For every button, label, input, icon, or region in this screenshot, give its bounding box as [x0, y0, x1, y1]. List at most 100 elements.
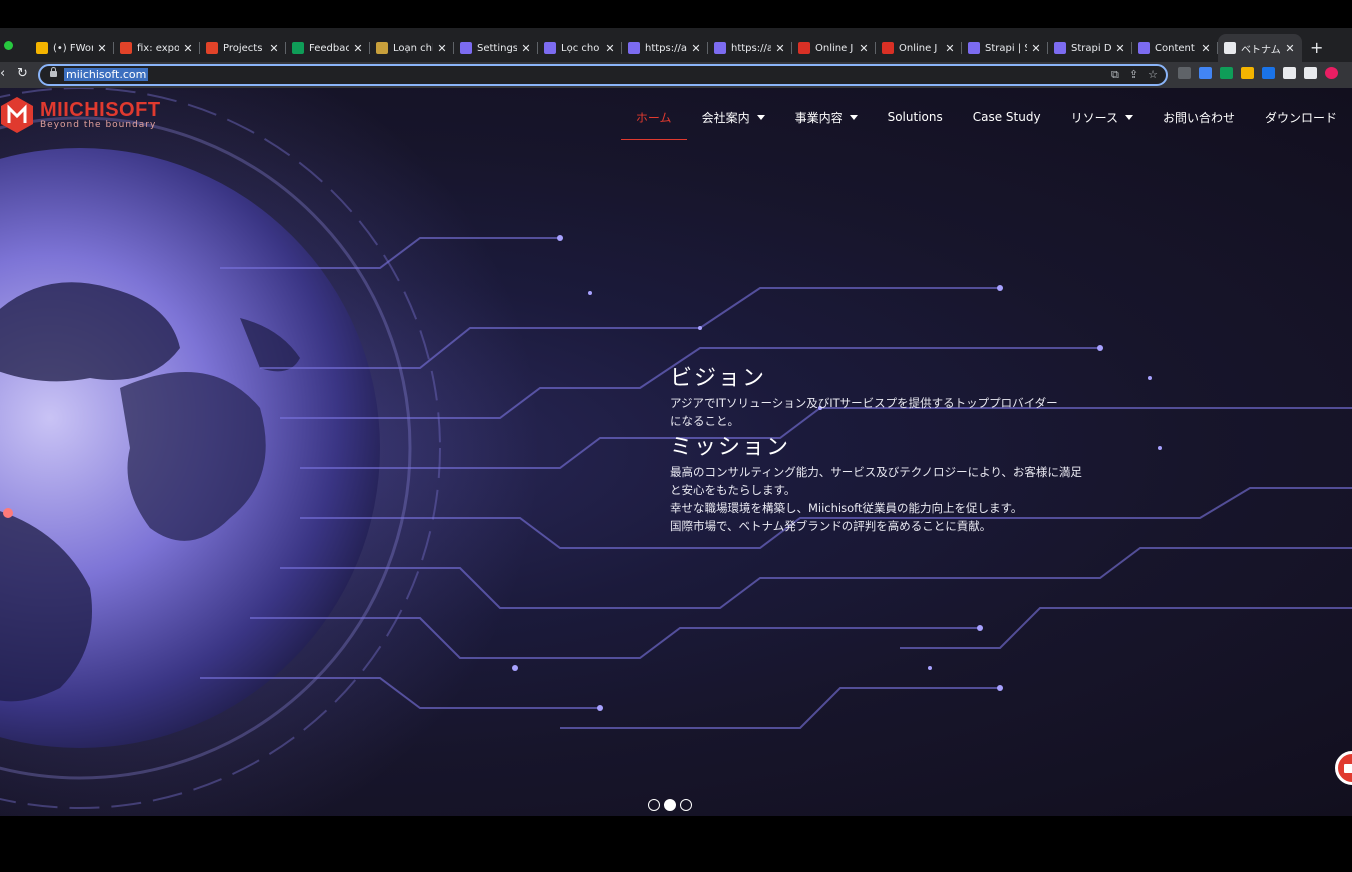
- carousel-dot[interactable]: [664, 799, 676, 811]
- vision-heading: ビジョン: [670, 366, 767, 391]
- nav-item-label: Solutions: [887, 110, 943, 124]
- tab-close-icon[interactable]: ✕: [858, 42, 870, 55]
- tab-close-icon[interactable]: ✕: [182, 42, 194, 55]
- hero-section: MIICHISOFT Beyond the boundary ホーム 会社案内 事業…: [0, 88, 1352, 816]
- tab-title: (•) FWor: [53, 42, 93, 54]
- lock-icon[interactable]: [50, 67, 57, 78]
- tab-title: Projects: [223, 42, 263, 54]
- nav-item-label: ダウンロード: [1264, 110, 1337, 125]
- tab-title: Content: [1155, 42, 1195, 54]
- browser-tab[interactable]: (•) FWor ✕: [30, 34, 114, 62]
- extension-icon[interactable]: [1199, 67, 1212, 79]
- url-text[interactable]: miichisoft.com: [64, 68, 149, 81]
- share-icon[interactable]: ⇪: [1129, 68, 1138, 82]
- hero-content: ビジョン アジアでITソリューション及びITサービスプを提供するトッププロバイダ…: [670, 364, 1090, 535]
- tab-close-icon[interactable]: ✕: [944, 42, 956, 55]
- extensions-bar: [1178, 67, 1338, 79]
- tab-title: Lọc cho: [561, 42, 600, 54]
- tab-title: Online J: [815, 42, 854, 54]
- tab-close-icon[interactable]: ✕: [690, 42, 702, 55]
- browser-tab[interactable]: Loạn chi ✕: [370, 34, 454, 62]
- tab-title: Feedbac: [309, 42, 349, 54]
- tab-close-icon[interactable]: ✕: [352, 42, 364, 55]
- carousel-dot[interactable]: [648, 799, 660, 811]
- bookmark-star-icon[interactable]: ☆: [1148, 68, 1158, 82]
- browser-tab[interactable]: Online J ✕: [792, 34, 876, 62]
- translate-icon[interactable]: ⧉: [1111, 68, 1119, 82]
- site-logo[interactable]: MIICHISOFT Beyond the boundary: [0, 95, 161, 135]
- nav-item-label: リソース: [1070, 110, 1118, 125]
- tab-close-icon[interactable]: ✕: [1030, 42, 1042, 55]
- back-icon[interactable]: ‹: [0, 66, 5, 81]
- nav-item-label: 会社案内: [701, 110, 750, 125]
- tab-favicon-icon: [1054, 42, 1066, 54]
- reload-icon[interactable]: ↻: [17, 66, 28, 81]
- tab-favicon-icon: [206, 42, 218, 54]
- tab-favicon-icon: [376, 42, 388, 54]
- tab-title: https://a: [645, 42, 687, 54]
- nav-item[interactable]: お問い合わせ: [1148, 94, 1250, 140]
- extension-icon[interactable]: [1220, 67, 1233, 79]
- browser-tab[interactable]: fix: expo ✕: [114, 34, 200, 62]
- tab-title: Online J: [899, 42, 938, 54]
- browser-tab[interactable]: Projects ✕: [200, 34, 286, 62]
- tab-close-icon[interactable]: ✕: [604, 42, 616, 55]
- nav-item-label: 事業内容: [794, 110, 843, 125]
- tab-favicon-icon: [1138, 42, 1150, 54]
- nav-item[interactable]: Solutions: [873, 94, 958, 140]
- caret-down-icon: [849, 114, 858, 120]
- nav-item[interactable]: リソース: [1056, 94, 1148, 140]
- tab-title: Loạn chi: [393, 42, 433, 54]
- browser-tab[interactable]: Strapi | S ✕: [962, 34, 1048, 62]
- tab-close-icon[interactable]: ✕: [268, 42, 280, 55]
- browser-chrome: (•) FWor ✕ fix: expo ✕ Projects ✕ Feedbac ✕ Loạn…: [0, 28, 1352, 88]
- profile-avatar[interactable]: [1325, 67, 1338, 79]
- nav-item[interactable]: ダウンロード: [1250, 94, 1352, 140]
- tab-close-icon[interactable]: ✕: [1200, 42, 1212, 55]
- omnibox-actions: ⧉ ⇪ ☆: [1111, 68, 1158, 82]
- logo-title: MIICHISOFT: [40, 98, 161, 121]
- tab-close-icon[interactable]: ✕: [1284, 42, 1296, 55]
- tab-close-icon[interactable]: ✕: [1114, 42, 1126, 55]
- browser-tab[interactable]: Feedbac ✕: [286, 34, 370, 62]
- mission-heading: ミッション: [670, 435, 791, 460]
- sidebar-icon[interactable]: [1304, 67, 1317, 79]
- browser-tab[interactable]: https://a ✕: [708, 34, 792, 62]
- extension-icon[interactable]: [1178, 67, 1191, 79]
- tab-title: Strapi D: [1071, 42, 1111, 54]
- window-control-icon[interactable]: [4, 41, 13, 50]
- browser-tab[interactable]: Lọc cho ✕: [538, 34, 622, 62]
- carousel-dot[interactable]: [680, 799, 692, 811]
- browser-tab[interactable]: https://a ✕: [622, 34, 708, 62]
- tab-close-icon[interactable]: ✕: [96, 42, 108, 55]
- extension-icon[interactable]: [1262, 67, 1275, 79]
- vision-line: アジアでITソリューション及びITサービスプを提供するトッププロバイダー: [670, 396, 1058, 410]
- miichisoft-logo-icon: [0, 95, 34, 135]
- browser-tab[interactable]: Settings ✕: [454, 34, 538, 62]
- tab-close-icon[interactable]: ✕: [774, 42, 786, 55]
- tab-title: ベトナム: [1241, 44, 1281, 56]
- nav-item-label: Case Study: [972, 110, 1041, 124]
- browser-tab[interactable]: Strapi D ✕: [1048, 34, 1132, 62]
- puzzle-icon[interactable]: [1283, 67, 1296, 79]
- new-tab-button[interactable]: +: [1310, 38, 1323, 57]
- address-bar[interactable]: miichisoft.com ⧉ ⇪ ☆: [38, 64, 1168, 86]
- nav-item[interactable]: 事業内容: [780, 94, 873, 140]
- tab-favicon-icon: [968, 42, 980, 54]
- browser-tab[interactable]: Online J ✕: [876, 34, 962, 62]
- tab-close-icon[interactable]: ✕: [520, 42, 532, 55]
- nav-item-label: ホーム: [635, 110, 672, 125]
- mission-text: 最高のコンサルティング能力、サービス及びテクノロジーにより、お客様に満足 と安心…: [670, 463, 1090, 535]
- mission-line: と安心をもたらします。: [670, 483, 796, 497]
- browser-tab[interactable]: ベトナム ✕: [1218, 34, 1302, 62]
- tab-close-icon[interactable]: ✕: [436, 42, 448, 55]
- extension-icon[interactable]: [1241, 67, 1254, 79]
- screen-bottom-area: [0, 816, 1352, 872]
- nav-item[interactable]: 会社案内: [687, 94, 780, 140]
- browser-tab[interactable]: Content ✕: [1132, 34, 1218, 62]
- nav-item[interactable]: Case Study: [958, 94, 1056, 140]
- nav-item[interactable]: ホーム: [620, 94, 687, 140]
- browser-toolbar: ‹ ↻ miichisoft.com ⧉ ⇪ ☆: [0, 62, 1352, 88]
- mail-icon: [1344, 763, 1352, 773]
- tab-favicon-icon: [714, 42, 726, 54]
